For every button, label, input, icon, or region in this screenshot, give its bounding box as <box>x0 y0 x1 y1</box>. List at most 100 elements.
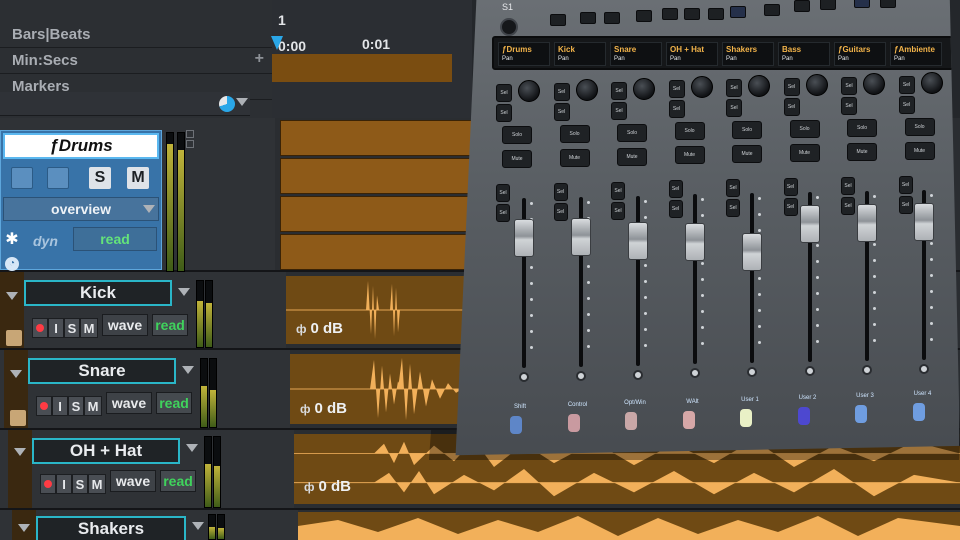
mute-key[interactable]: Mute <box>674 146 705 165</box>
top-key[interactable] <box>730 6 746 18</box>
modifier-key[interactable] <box>797 407 810 425</box>
fader-select-key[interactable]: Sel <box>898 195 913 214</box>
modifier-key[interactable] <box>682 410 695 429</box>
strip-select-key[interactable]: Sel <box>553 102 570 121</box>
clip-indicator-icon[interactable] <box>186 140 194 148</box>
top-key[interactable] <box>684 8 700 20</box>
solo-key[interactable]: Solo <box>559 124 590 143</box>
automation-mode-selector[interactable]: read <box>152 314 188 336</box>
top-key[interactable] <box>550 14 566 26</box>
channel-fader[interactable] <box>628 222 649 260</box>
fader-select-key[interactable]: Sel <box>553 182 568 201</box>
rotary-encoder-knob[interactable] <box>633 77 655 100</box>
top-key[interactable] <box>604 12 620 24</box>
clip-indicator-icon[interactable] <box>186 130 194 138</box>
modifier-key[interactable] <box>912 403 925 422</box>
rotary-encoder-knob[interactable] <box>920 71 943 94</box>
fader-select-key[interactable]: Sel <box>553 202 568 221</box>
track-name-field[interactable]: Kick <box>24 280 172 306</box>
channel-fader[interactable] <box>685 223 706 262</box>
mute-button[interactable]: M <box>84 396 102 416</box>
solo-key[interactable]: Solo <box>789 120 820 138</box>
strip-select-key[interactable]: Sel <box>668 100 685 119</box>
solo-button[interactable]: S <box>68 396 84 416</box>
top-key[interactable] <box>636 10 652 22</box>
mute-button[interactable]: M <box>127 167 149 189</box>
fader-select-key[interactable]: Sel <box>726 179 740 198</box>
track-name-field[interactable]: Shakers <box>36 516 186 540</box>
clip-gain[interactable]: ф0 dB <box>300 400 347 417</box>
mute-key[interactable]: Mute <box>789 144 820 162</box>
strip-select-key[interactable]: Sel <box>841 76 857 95</box>
fader-select-key[interactable]: Sel <box>611 201 625 220</box>
mute-button[interactable]: M <box>88 474 106 494</box>
audio-clip-kick[interactable]: ф0 dB <box>286 276 466 344</box>
channel-fader[interactable] <box>799 205 820 244</box>
channel-fader[interactable] <box>514 219 534 258</box>
track-name-field[interactable]: Snare <box>28 358 176 384</box>
top-key[interactable] <box>708 8 724 20</box>
solo-button[interactable]: S <box>72 474 88 494</box>
automation-icon[interactable] <box>6 330 22 346</box>
automation-icon[interactable] <box>10 410 26 426</box>
fader-select-key[interactable]: Sel <box>841 176 855 195</box>
input-monitor-button[interactable]: I <box>48 318 64 338</box>
track-view-selector[interactable]: overview <box>3 197 159 221</box>
clip-gain[interactable]: ф0 dB <box>304 478 351 495</box>
top-key[interactable] <box>764 4 780 16</box>
strip-select-key[interactable]: Sel <box>611 101 627 120</box>
solo-key[interactable]: Solo <box>617 123 647 142</box>
add-ruler-icon[interactable]: + <box>255 50 264 68</box>
strip-select-key[interactable]: Sel <box>496 104 512 122</box>
top-key[interactable] <box>854 0 870 8</box>
channel-fader[interactable] <box>571 217 592 256</box>
solo-key[interactable]: Solo <box>674 122 705 141</box>
input-monitor-button[interactable]: I <box>56 474 72 494</box>
rotary-encoder-knob[interactable] <box>805 74 828 96</box>
modifier-key[interactable] <box>510 416 522 434</box>
fader-select-key[interactable]: Sel <box>898 175 913 194</box>
timebase-icon[interactable]: ◔ <box>5 257 19 271</box>
strip-select-key[interactable]: Sel <box>783 98 800 116</box>
record-enable-button[interactable] <box>32 318 48 338</box>
ruler-min-secs[interactable]: Min:Secs + <box>0 48 272 74</box>
solo-key[interactable]: Solo <box>904 117 935 136</box>
rotary-encoder-knob[interactable] <box>863 72 885 95</box>
automation-mode-selector[interactable]: read <box>73 227 157 251</box>
solo-key[interactable]: Solo <box>502 126 532 144</box>
modifier-key[interactable] <box>625 412 637 431</box>
record-enable-button[interactable] <box>36 396 52 416</box>
chevron-down-icon[interactable] <box>143 205 155 213</box>
track-name-field[interactable]: ƒDrums <box>3 133 159 159</box>
fader-select-key[interactable]: Sel <box>726 199 740 218</box>
top-key[interactable] <box>580 12 596 24</box>
track-view-selector[interactable]: wave <box>110 470 156 492</box>
modifier-key[interactable] <box>855 405 867 424</box>
chevron-down-icon[interactable] <box>186 444 198 452</box>
mute-button[interactable]: M <box>80 318 98 338</box>
rotary-encoder-knob[interactable] <box>518 80 540 102</box>
chevron-down-icon[interactable] <box>182 366 194 374</box>
track-name-field[interactable]: OH + Hat <box>32 438 180 464</box>
fader-select-key[interactable]: Sel <box>668 200 683 219</box>
playhead-marker-icon[interactable] <box>271 36 283 50</box>
mute-key[interactable]: Mute <box>559 148 590 167</box>
fader-select-key[interactable]: Sel <box>668 180 683 199</box>
strip-select-key[interactable]: Sel <box>496 84 512 102</box>
channel-fader[interactable] <box>856 204 877 242</box>
strip-select-key[interactable]: Sel <box>841 96 857 115</box>
record-enable-button[interactable] <box>11 167 33 189</box>
solo-button[interactable]: S <box>64 318 80 338</box>
channel-fader[interactable] <box>742 232 763 271</box>
fader-select-key[interactable]: Sel <box>496 204 510 222</box>
solo-button[interactable]: S <box>89 167 111 189</box>
modifier-key[interactable] <box>567 414 580 433</box>
chevron-down-icon[interactable] <box>10 370 22 378</box>
chevron-down-icon[interactable] <box>6 292 18 300</box>
strip-select-key[interactable]: Sel <box>726 79 742 98</box>
mute-key[interactable]: Mute <box>617 147 647 166</box>
jog-wheel-icon[interactable] <box>500 18 518 36</box>
strip-select-key[interactable]: Sel <box>898 95 915 114</box>
fader-select-key[interactable]: Sel <box>783 198 798 216</box>
channel-fader[interactable] <box>913 202 934 241</box>
